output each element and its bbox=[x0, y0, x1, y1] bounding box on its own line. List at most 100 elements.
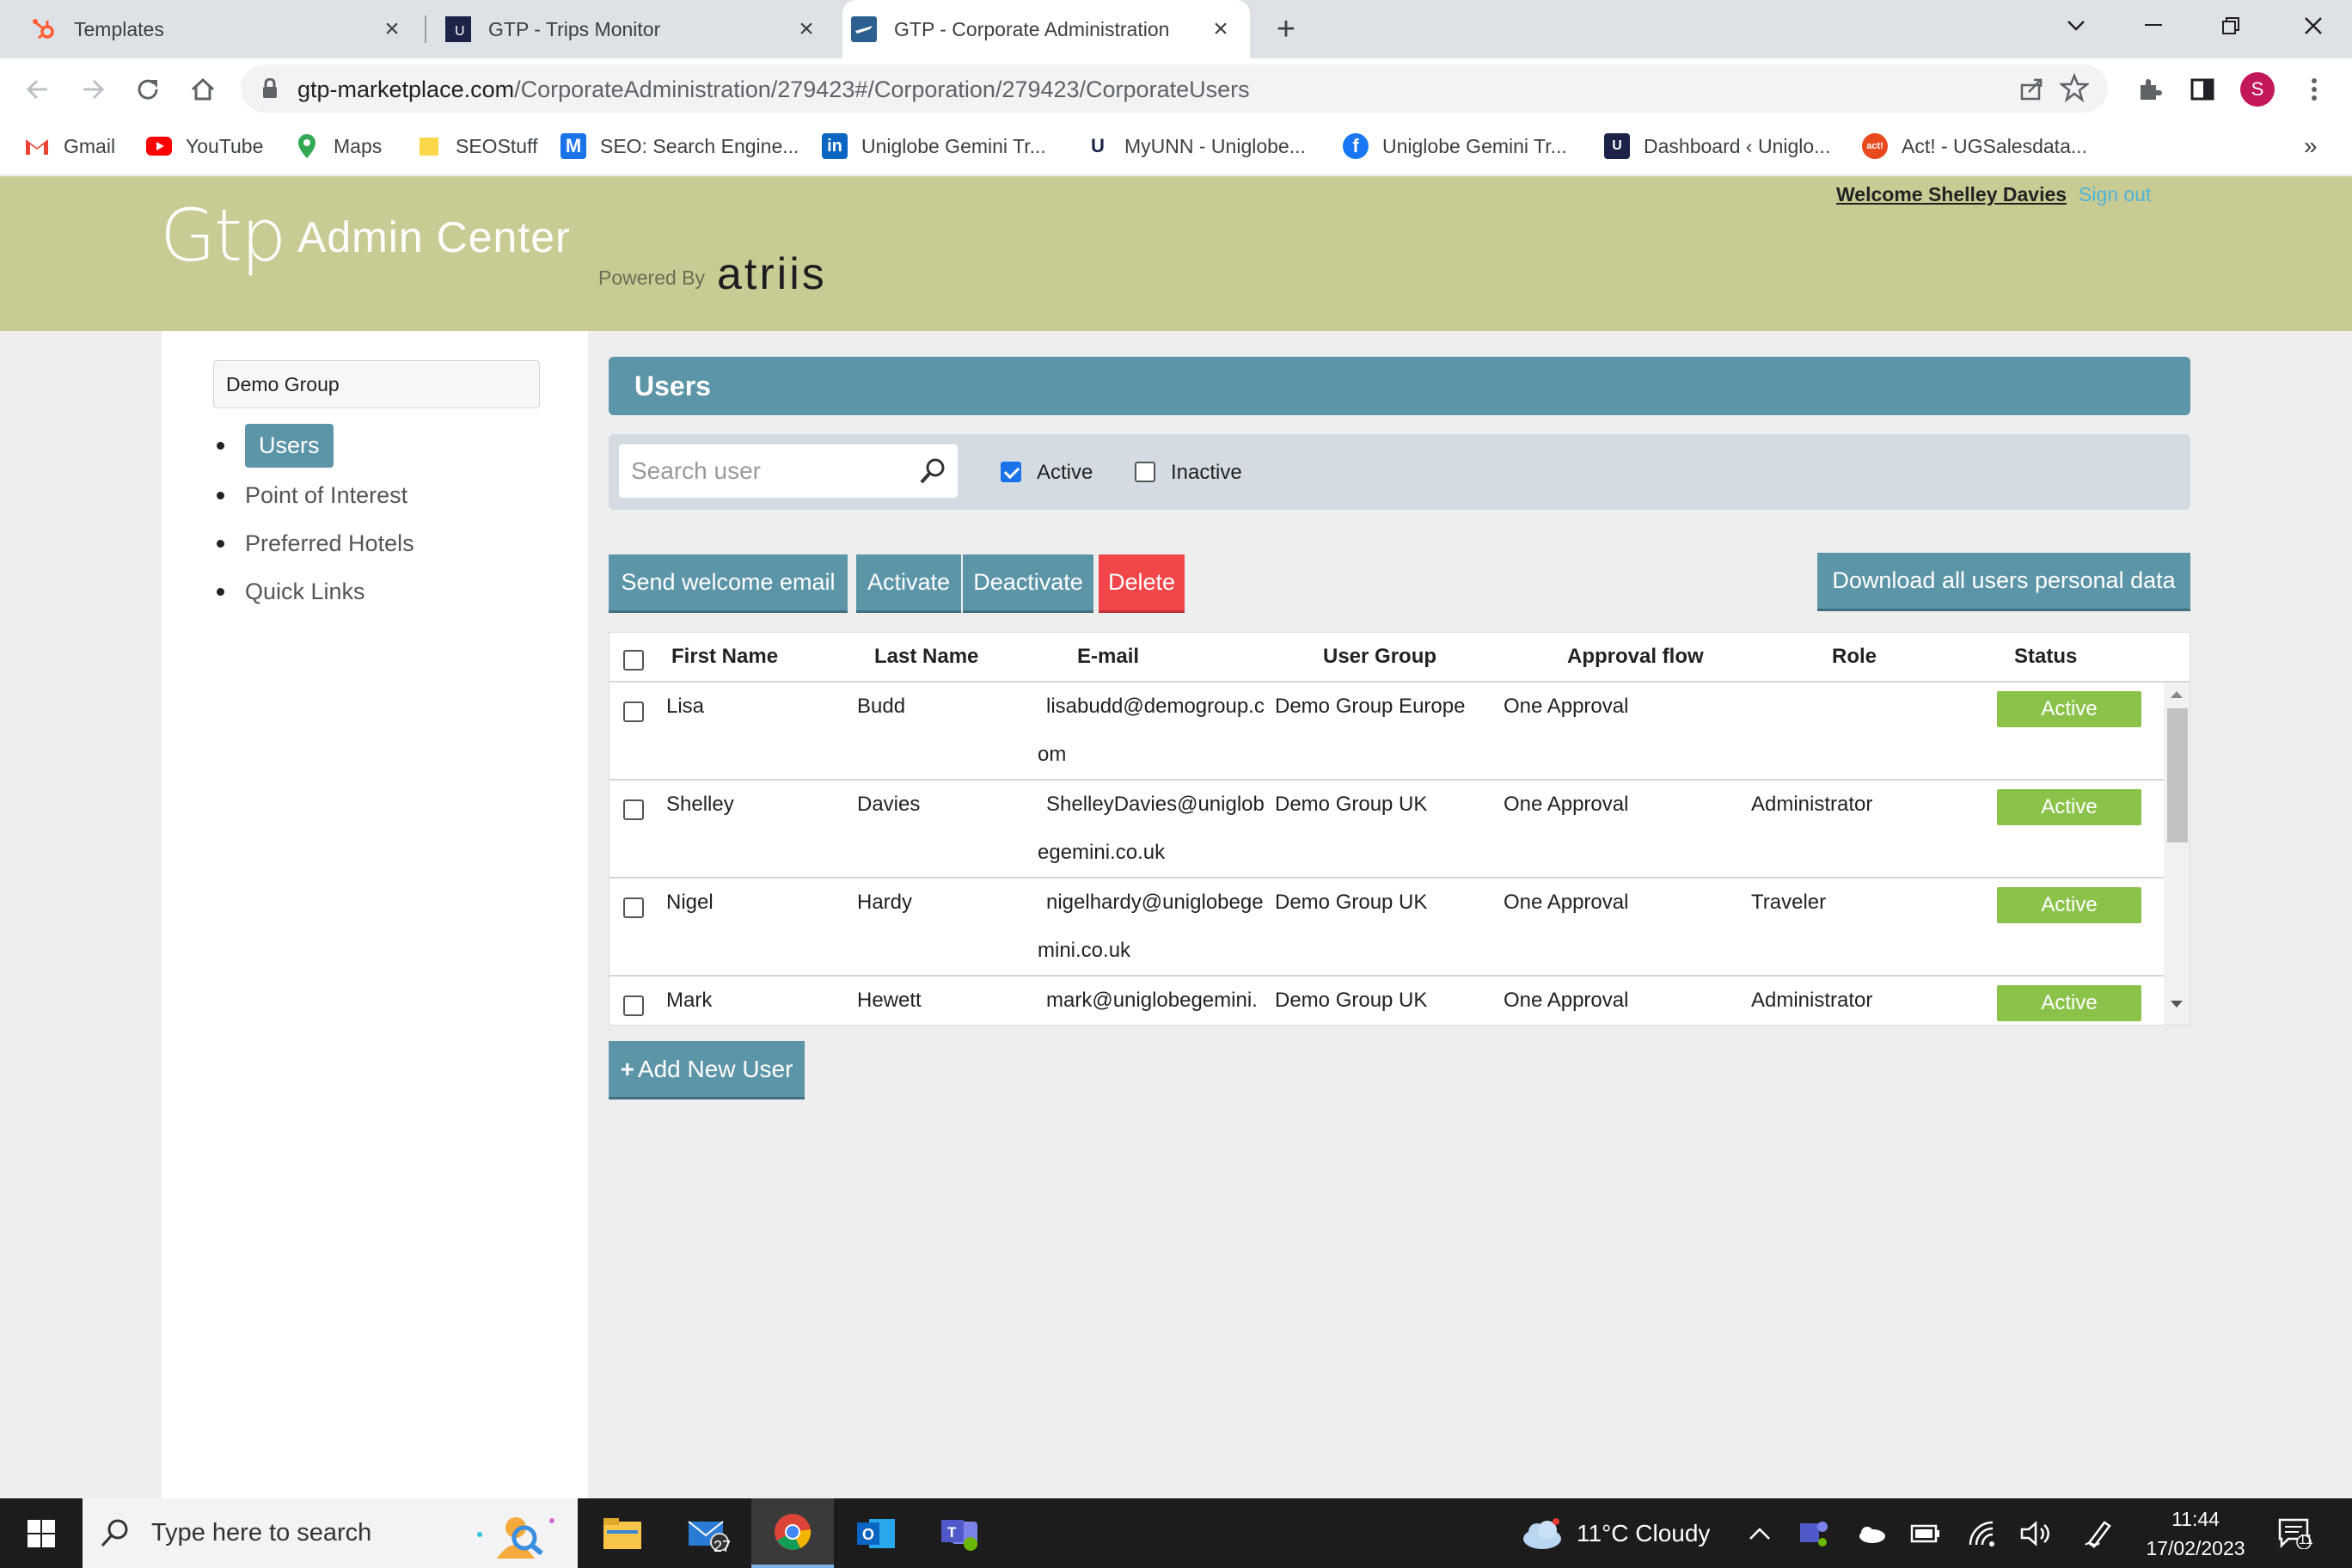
welcome-user-link[interactable]: Welcome Shelley Davies bbox=[1836, 183, 2067, 206]
sidebar-item-quick-links[interactable]: Quick Links bbox=[217, 579, 365, 605]
url-text[interactable]: gtp-marketplace.com/CorporateAdministrat… bbox=[297, 77, 1250, 103]
bookmark-maps[interactable]: Maps bbox=[294, 131, 382, 162]
table-row[interactable]: Mark Hewett mark@uniglobegemini. Demo Gr… bbox=[609, 977, 2164, 1025]
inactive-filter-checkbox[interactable] bbox=[1135, 462, 1155, 482]
sidebar-item-point-of-interest[interactable]: Point of Interest bbox=[217, 482, 407, 509]
column-header-user-group[interactable]: User Group bbox=[1323, 645, 1436, 669]
bookmark-myunn[interactable]: U MyUNN - Uniglobe... bbox=[1085, 131, 1306, 162]
teams-tray-icon[interactable] bbox=[1800, 1498, 1829, 1568]
select-all-checkbox[interactable] bbox=[623, 650, 644, 671]
tab-trips-monitor[interactable]: U GTP - Trips Monitor × bbox=[426, 0, 836, 58]
notification-center-icon[interactable]: 11 bbox=[2278, 1498, 2313, 1568]
status-badge[interactable]: Active bbox=[1997, 985, 2141, 1021]
menu-kebab-icon[interactable] bbox=[2295, 70, 2333, 108]
search-box[interactable] bbox=[619, 444, 958, 498]
table-row[interactable]: Nigel Hardy nigelhardy@uniglobegemini.co… bbox=[609, 879, 2164, 977]
tab-search-icon[interactable] bbox=[2037, 0, 2115, 52]
pen-icon[interactable] bbox=[2084, 1498, 2113, 1568]
column-header-status[interactable]: Status bbox=[2014, 645, 2077, 669]
status-badge[interactable]: Active bbox=[1997, 789, 2141, 825]
taskbar-search-box[interactable]: Type here to search bbox=[83, 1498, 578, 1568]
bookmark-act[interactable]: act! Act! - UGSalesdata... bbox=[1862, 131, 2087, 162]
add-new-user-label: Add New User bbox=[637, 1055, 793, 1082]
home-icon[interactable] bbox=[184, 70, 222, 108]
scroll-down-arrow-icon[interactable] bbox=[2171, 1001, 2183, 1008]
column-header-role[interactable]: Role bbox=[1832, 645, 1877, 669]
status-badge[interactable]: Active bbox=[1997, 887, 2141, 923]
activate-button[interactable]: Activate bbox=[856, 554, 961, 613]
gtp-logo[interactable]: Gtp bbox=[160, 193, 286, 278]
share-icon[interactable] bbox=[2018, 75, 2046, 107]
address-bar[interactable]: gtp-marketplace.com/CorporateAdministrat… bbox=[241, 64, 2108, 113]
corporation-group-field[interactable]: Demo Group bbox=[213, 360, 540, 408]
send-welcome-email-button[interactable]: Send welcome email bbox=[609, 554, 848, 613]
volume-icon[interactable] bbox=[2020, 1498, 2051, 1568]
tab-corporate-administration[interactable]: GTP - Corporate Administration × bbox=[842, 0, 1250, 58]
column-header-approval-flow[interactable]: Approval flow bbox=[1567, 645, 1704, 669]
row-checkbox[interactable] bbox=[623, 897, 644, 918]
table-row[interactable]: Lisa Budd lisabudd@demogroup.com Demo Gr… bbox=[609, 683, 2164, 781]
download-personal-data-button[interactable]: Download all users personal data bbox=[1817, 553, 2190, 611]
teams-icon[interactable]: T bbox=[920, 1498, 1002, 1568]
row-checkbox[interactable] bbox=[623, 995, 644, 1016]
bookmark-seostuff[interactable]: SEOStuff bbox=[416, 131, 537, 162]
tab-templates[interactable]: Templates × bbox=[0, 0, 421, 58]
outlook-icon[interactable]: O bbox=[836, 1498, 918, 1568]
bookmark-seo-search-engine[interactable]: M SEO: Search Engine... bbox=[560, 131, 799, 162]
minimize-button[interactable] bbox=[2115, 0, 2192, 52]
bookmark-youtube[interactable]: YouTube bbox=[146, 131, 263, 162]
sign-out-link[interactable]: Sign out bbox=[2079, 183, 2151, 206]
table-row[interactable]: Shelley Davies ShelleyDavies@uniglobegem… bbox=[609, 781, 2164, 879]
weather-widget[interactable]: 11°C Cloudy bbox=[1518, 1498, 1710, 1568]
clock[interactable]: 11:44 17/02/2023 bbox=[2144, 1498, 2247, 1568]
bookmark-uniglobe-linkedin[interactable]: in Uniglobe Gemini Tr... bbox=[822, 131, 1046, 162]
row-checkbox[interactable] bbox=[623, 701, 644, 722]
column-header-last-name[interactable]: Last Name bbox=[874, 645, 978, 669]
sidebar-item-users[interactable]: Users bbox=[217, 424, 334, 468]
close-window-button[interactable] bbox=[2275, 0, 2352, 52]
table-scrollbar[interactable] bbox=[2164, 683, 2190, 1025]
add-new-user-button[interactable]: + Add New User bbox=[609, 1041, 805, 1099]
row-checkbox[interactable] bbox=[623, 799, 644, 820]
new-tab-button[interactable]: + bbox=[1267, 10, 1305, 48]
forward-icon[interactable] bbox=[74, 70, 112, 108]
role-cell: Administrator bbox=[1751, 793, 1873, 816]
lock-icon[interactable] bbox=[261, 77, 279, 103]
deactivate-button[interactable]: Deactivate bbox=[963, 554, 1093, 613]
scroll-up-arrow-icon[interactable] bbox=[2171, 691, 2183, 698]
file-explorer-icon[interactable] bbox=[581, 1498, 664, 1568]
active-filter-checkbox[interactable] bbox=[1001, 462, 1021, 482]
extensions-icon[interactable] bbox=[2130, 70, 2168, 108]
more-bookmarks-button[interactable]: » bbox=[2304, 131, 2318, 162]
delete-button[interactable]: Delete bbox=[1099, 554, 1185, 613]
column-header-email[interactable]: E-mail bbox=[1077, 645, 1139, 669]
first-name-cell: Lisa bbox=[666, 695, 705, 718]
battery-icon[interactable] bbox=[1910, 1498, 1941, 1568]
close-tab-icon[interactable]: × bbox=[793, 15, 820, 43]
close-tab-icon[interactable]: × bbox=[1207, 15, 1234, 43]
back-icon[interactable] bbox=[19, 70, 57, 108]
powered-by-label: Powered By bbox=[598, 266, 706, 289]
chrome-icon[interactable] bbox=[751, 1498, 834, 1568]
chevron-up-icon[interactable] bbox=[1749, 1498, 1771, 1568]
wifi-icon[interactable] bbox=[1969, 1498, 1996, 1568]
clock-time: 11:44 bbox=[2171, 1507, 2220, 1530]
avatar[interactable]: S bbox=[2239, 70, 2276, 108]
sidebar-item-preferred-hotels[interactable]: Preferred Hotels bbox=[217, 530, 414, 557]
restore-button[interactable] bbox=[2192, 0, 2269, 52]
status-badge[interactable]: Active bbox=[1997, 691, 2141, 727]
onedrive-icon[interactable] bbox=[1855, 1498, 1886, 1568]
mail-icon[interactable]: 27 bbox=[667, 1498, 750, 1568]
column-header-first-name[interactable]: First Name bbox=[671, 645, 778, 669]
bookmark-dashboard[interactable]: U Dashboard ‹ Uniglo... bbox=[1604, 131, 1830, 162]
reload-icon[interactable] bbox=[129, 70, 167, 108]
search-icon[interactable] bbox=[918, 456, 947, 486]
scroll-thumb[interactable] bbox=[2167, 708, 2188, 842]
start-button[interactable] bbox=[0, 1498, 83, 1568]
bookmark-uniglobe-facebook[interactable]: f Uniglobe Gemini Tr... bbox=[1343, 131, 1567, 162]
search-input[interactable] bbox=[631, 453, 906, 489]
bookmark-star-icon[interactable] bbox=[2058, 72, 2091, 107]
close-tab-icon[interactable]: × bbox=[378, 15, 406, 43]
bookmark-gmail[interactable]: Gmail bbox=[24, 131, 115, 162]
side-panel-icon[interactable] bbox=[2184, 70, 2221, 108]
